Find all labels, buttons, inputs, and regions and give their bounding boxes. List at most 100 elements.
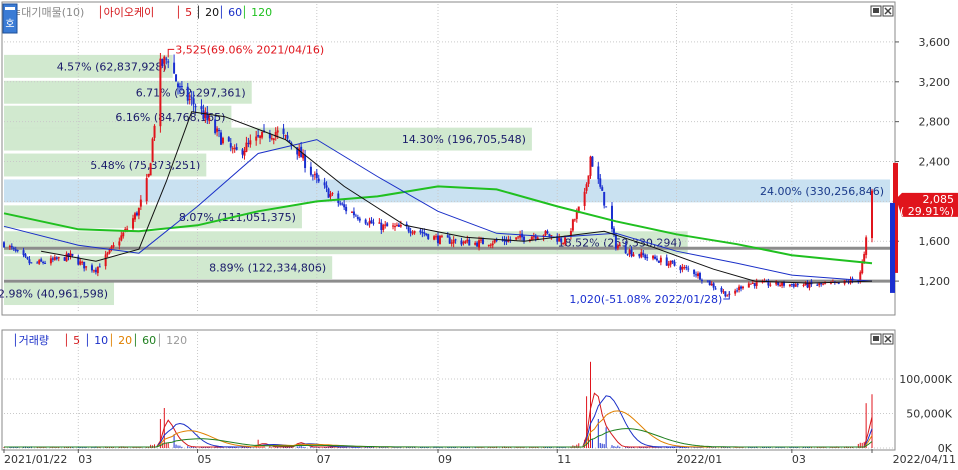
candle-body xyxy=(327,188,330,198)
candle-body xyxy=(186,86,189,101)
candle-body xyxy=(790,284,793,286)
candle-body xyxy=(779,285,782,287)
candle-body xyxy=(118,241,121,246)
candle-body xyxy=(30,262,33,264)
candle-body xyxy=(452,239,455,244)
candle-body xyxy=(599,178,602,187)
candle-body xyxy=(190,97,193,99)
volume-panel-maximize-button[interactable] xyxy=(870,333,882,345)
candle-body xyxy=(550,235,553,237)
candle-body xyxy=(42,261,45,264)
candle-body xyxy=(393,226,396,228)
candle-body xyxy=(755,281,758,286)
candle-body xyxy=(564,237,567,244)
time-axis-label: 07 xyxy=(317,453,331,466)
candle-body xyxy=(638,254,641,257)
candle-body xyxy=(683,267,686,269)
candle-body xyxy=(3,242,5,248)
candle-body xyxy=(411,232,414,234)
candle-body xyxy=(865,237,868,255)
candle-body xyxy=(132,218,135,229)
candle-body xyxy=(192,98,195,105)
candle-body xyxy=(276,130,279,133)
candle-body xyxy=(10,245,13,248)
candle-body xyxy=(706,280,709,282)
candle-body xyxy=(49,258,52,264)
time-axis-label: 2021/01/22 xyxy=(4,453,67,466)
candle-body xyxy=(218,130,221,132)
candle-body xyxy=(712,283,715,288)
candle-body xyxy=(722,291,725,293)
candle-body xyxy=(562,242,565,244)
candle-body xyxy=(153,125,156,138)
candle-body xyxy=(468,239,471,246)
candle-body xyxy=(92,270,95,272)
candle-body xyxy=(110,246,113,250)
candle-body xyxy=(794,284,797,287)
candle-body xyxy=(44,262,47,264)
candle-body xyxy=(69,253,72,257)
candle-body xyxy=(646,257,649,259)
candle-body xyxy=(173,62,176,74)
candle-body xyxy=(413,230,416,234)
candle-body xyxy=(245,142,248,152)
candle-body xyxy=(167,61,170,63)
candle-body xyxy=(206,112,209,121)
candle-body xyxy=(425,233,428,236)
candle-body xyxy=(487,244,490,246)
candle-body xyxy=(323,182,326,186)
candle-body xyxy=(708,280,711,285)
candle-body xyxy=(437,235,439,244)
legend-item: │ 10 xyxy=(84,333,108,347)
candle-body xyxy=(372,222,375,224)
candle-body xyxy=(139,199,142,207)
legend-item: │ 20 xyxy=(108,333,132,347)
candle-body xyxy=(259,135,262,138)
candle-body xyxy=(644,254,647,259)
candle-body xyxy=(433,236,436,240)
candle-body xyxy=(474,242,477,245)
price-panel-maximize-button[interactable] xyxy=(870,5,882,17)
candle-body xyxy=(667,263,670,266)
candle-body xyxy=(28,259,31,264)
candle-body xyxy=(71,253,74,256)
legend-item: │아이오케이 xyxy=(97,5,154,19)
price-panel-close-button[interactable] xyxy=(882,5,894,17)
side-tab[interactable]: 호 xyxy=(2,3,18,34)
candle-body xyxy=(544,230,547,235)
candle-body xyxy=(407,227,410,232)
candle-body xyxy=(227,137,230,142)
candle-body xyxy=(796,283,799,286)
candle-body xyxy=(726,295,729,297)
candle-body xyxy=(652,255,655,259)
candle-body xyxy=(79,261,82,265)
candle-body xyxy=(575,211,578,219)
volume-panel-close-button[interactable] xyxy=(882,333,894,345)
candle-body xyxy=(603,191,606,206)
candle-body xyxy=(96,266,99,274)
candle-body xyxy=(597,166,600,180)
candle-body xyxy=(605,206,608,208)
candle-body xyxy=(14,249,17,251)
candle-body xyxy=(343,204,346,208)
candle-body xyxy=(370,220,373,224)
candle-body xyxy=(235,147,238,150)
current-price-change: ( 29.91%) xyxy=(900,205,954,218)
candle-body xyxy=(695,274,698,276)
candle-body xyxy=(133,213,136,220)
price-axis-label: 1,200 xyxy=(919,275,951,288)
price-axis-label: 3,200 xyxy=(919,76,951,89)
candle-body xyxy=(769,284,772,286)
candle-body xyxy=(233,147,236,149)
candle-body xyxy=(421,232,424,234)
candle-body xyxy=(788,284,791,287)
candle-body xyxy=(339,203,342,205)
candle-body xyxy=(81,261,84,263)
candle-body xyxy=(671,260,674,263)
side-tab-label: 호 xyxy=(5,18,14,30)
time-axis-label: 03 xyxy=(78,453,92,466)
candle-body xyxy=(55,257,58,260)
candle-body xyxy=(478,240,481,248)
candle-body xyxy=(53,257,56,260)
candle-body xyxy=(816,284,819,286)
